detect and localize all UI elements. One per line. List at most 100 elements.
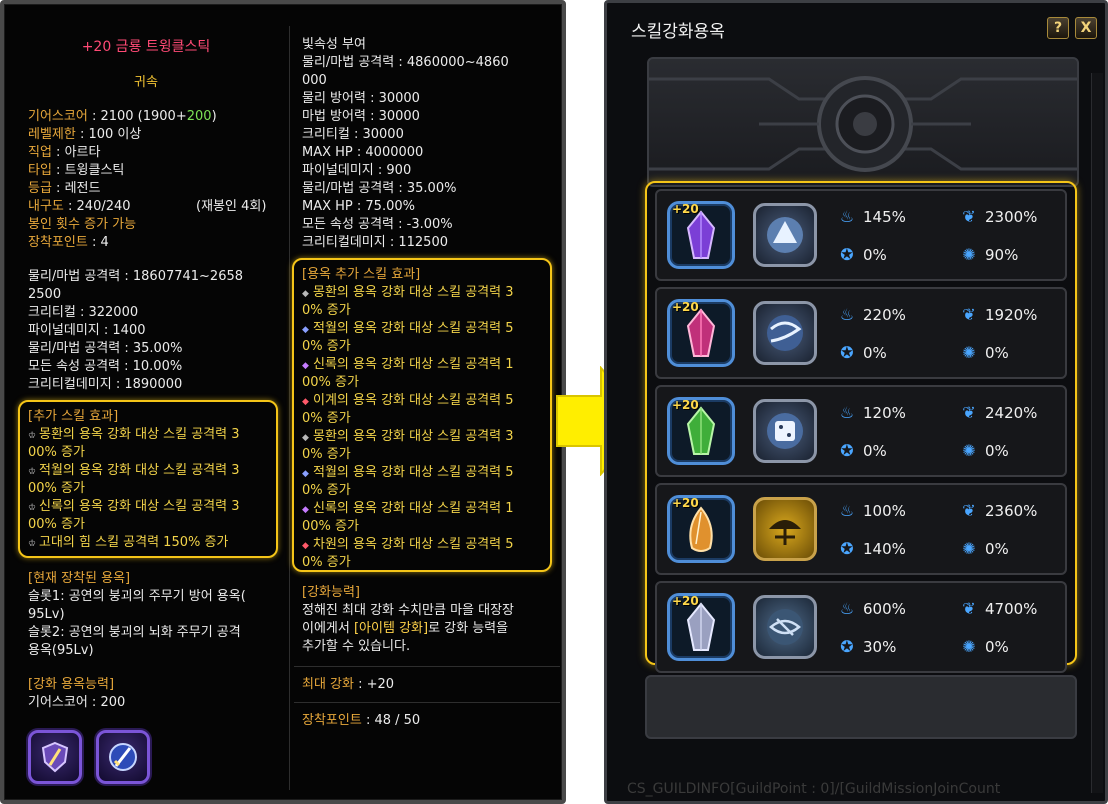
dragon-skill-line: 0% 증가	[302, 303, 351, 318]
item-enhance-link[interactable]: [아이템 강화]	[354, 621, 428, 636]
enhance-ability-header: [강화능력]	[302, 585, 360, 600]
decorative-banner	[647, 57, 1079, 187]
enhance-level-badge: +20	[672, 202, 699, 216]
extra-skill-line: ♔ 적월의 용옥 강화 대상 스킬 공격력 3	[28, 462, 240, 481]
dragon-skill-line: 00% 증가	[302, 375, 359, 390]
ancient-power-icon: ♔	[28, 539, 37, 549]
dragon-skill-line: ◆ 적월의 용옥 강화 대상 스킬 공격력 5	[302, 464, 514, 483]
gem-slot[interactable]: +20	[667, 495, 735, 563]
verdant-gem-icon: ◆	[302, 361, 309, 371]
burst-icon: ✺	[962, 245, 976, 264]
dragon-skill-line: 0% 증가	[302, 339, 351, 354]
gem-slot[interactable]: +20	[667, 593, 735, 661]
stat-line: 마법 방어력 : 30000	[302, 109, 420, 124]
gem-row[interactable]: +20 ♨ 145% ❦ 2300% ✪ 0% ✺ 90%	[655, 189, 1067, 281]
stat-line: 크리티컬데미지 : 1890000	[28, 377, 183, 392]
close-button[interactable]: X	[1075, 17, 1097, 39]
gear-icon: ✪	[840, 343, 854, 362]
burst-icon: ✺	[962, 539, 976, 558]
skill-icon[interactable]	[753, 497, 817, 561]
bind-status: 귀속	[134, 75, 158, 90]
wing-icon: ❦	[962, 403, 976, 422]
window-title: 스킬강화용옥	[631, 22, 725, 42]
dream-gem-icon: ◆	[302, 289, 309, 299]
tooltip-right-column: 빛속성 부여 물리/마법 공격력 : 4860000~4860 000 물리 방…	[290, 4, 564, 800]
skill-cooldown-stat: ✪ 30%	[835, 637, 896, 656]
stat-line: 2500	[28, 287, 62, 302]
stat-line: 물리 방어력 : 30000	[302, 91, 420, 106]
dream-gem-icon: ◆	[302, 433, 309, 443]
magenta-gem-icon	[686, 308, 716, 357]
skill-icon[interactable]	[753, 203, 817, 267]
stat-line: 물리/마법 공격력 : 4860000~4860	[302, 55, 509, 70]
enhance-level-badge: +20	[672, 300, 699, 314]
skill-icon[interactable]	[753, 301, 817, 365]
gem-slot-1[interactable]	[28, 730, 82, 784]
info-type: 타입 : 트윙클스틱	[28, 163, 125, 178]
stat-line: 크리티컬 : 322000	[28, 305, 139, 320]
dragon-gem-icon: ♔	[28, 431, 37, 441]
stat-line: 물리/마법 공격력 : 35.00%	[302, 181, 457, 196]
scrollbar[interactable]	[1091, 73, 1103, 793]
skill-gem-window: 스킬강화용옥 ? X +20 ♨ 145% ❦ 2300% ✪ 0% ✺ 90%…	[604, 0, 1108, 804]
dragon-skill-line: ◆ 몽환의 용옥 강화 대상 스킬 공격력 3	[302, 428, 514, 447]
dragon-emblem-icon	[649, 76, 1077, 172]
dice-skill-icon	[767, 413, 803, 449]
extra-skill-line: ♔ 신록의 용옥 강화 대상 스킬 공격력 3	[28, 498, 240, 517]
dragon-skill-line: ◆ 신록의 용옥 강화 대상 스킬 공격력 1	[302, 500, 514, 519]
enhance-ability-line: 추가할 수 있습니다.	[302, 639, 411, 654]
gear-icon: ✪	[840, 637, 854, 656]
gem-slot[interactable]: +20	[667, 397, 735, 465]
wing-icon: ❦	[962, 599, 976, 618]
flame-icon: ♨	[839, 501, 855, 520]
red-moon-gem-icon: ◆	[302, 469, 309, 479]
verdant-gem-icon: ◆	[302, 505, 309, 515]
enhance-ability-line: 이에게서 [아이템 강화]로 강화 능력을	[302, 621, 509, 636]
skill-multiplier-stat: ❦ 2360%	[957, 501, 1037, 520]
flame-icon: ♨	[839, 599, 855, 618]
dragon-skill-line: ◆ 몽환의 용옥 강화 대상 스킬 공격력 3	[302, 284, 514, 303]
dragon-skill-line: ◆ 적월의 용옥 강화 대상 스킬 공격력 5	[302, 320, 514, 339]
max-enhance: 최대 강화 : +20	[302, 677, 395, 692]
gem-slot[interactable]: +20	[667, 299, 735, 367]
dragon-skill-line: 0% 증가	[302, 555, 351, 570]
stat-line: 물리/마법 공격력 : 18607741~2658	[28, 269, 244, 284]
skill-icon[interactable]	[753, 399, 817, 463]
reseal-count: (재봉인 4회)	[196, 199, 267, 214]
gear-icon: ✪	[840, 539, 854, 558]
item-tooltip: +20 금룡 트윙클스틱 귀속 기어스코어 : 2100 (1900+200) …	[0, 0, 566, 804]
gem-row[interactable]: +20 ♨ 120% ❦ 2420% ✪ 0% ✺ 0%	[655, 385, 1067, 477]
skill-cooldown-stat: ✪ 0%	[835, 441, 887, 460]
equip-point-total: 장착포인트 : 48 / 50	[302, 713, 421, 728]
gem-row[interactable]: +20 ♨ 220% ❦ 1920% ✪ 0% ✺ 0%	[655, 287, 1067, 379]
skill-icon[interactable]	[753, 595, 817, 659]
amber-gem-icon	[689, 506, 713, 552]
skill-range-stat: ✺ 0%	[957, 539, 1009, 558]
dragon-skill-line: 00% 증가	[302, 519, 359, 534]
chain-skill-icon	[767, 609, 803, 645]
skill-range-stat: ✺ 0%	[957, 637, 1009, 656]
dragon-gem-icon: ♔	[28, 503, 37, 513]
extra-skill-line: 00% 증가	[28, 445, 85, 460]
extra-skill-line: ♔ 몽환의 용옥 강화 대상 스킬 공격력 3	[28, 426, 240, 445]
dragon-skill-line: 0% 증가	[302, 411, 351, 426]
dragon-skill-line: 0% 증가	[302, 447, 351, 462]
skill-multiplier-stat: ❦ 2300%	[957, 207, 1037, 226]
skill-damage-stat: ♨ 145%	[835, 207, 906, 226]
gem-row[interactable]: +20 ♨ 100% ❦ 2360% ✪ 140% ✺ 0%	[655, 483, 1067, 575]
help-button[interactable]: ?	[1047, 17, 1069, 39]
umbrella-skill-icon	[769, 520, 801, 545]
gear-icon: ✪	[840, 441, 854, 460]
enhance-gem-header: [강화 용옥능력]	[28, 677, 115, 692]
wing-icon: ❦	[962, 305, 976, 324]
burst-icon: ✺	[962, 441, 976, 460]
skill-multiplier-stat: ❦ 2420%	[957, 403, 1037, 422]
gem-slot-2[interactable]	[96, 730, 150, 784]
skill-damage-stat: ♨ 120%	[835, 403, 906, 422]
stat-line: 크리티컬데미지 : 112500	[302, 235, 448, 250]
gem-slot[interactable]: +20	[667, 201, 735, 269]
storm-skill-icon	[767, 315, 803, 351]
stat-line: MAX HP : 75.00%	[302, 199, 415, 214]
gem-row[interactable]: +20 ♨ 600% ❦ 4700% ✪ 30% ✺ 0%	[655, 581, 1067, 673]
enhance-level-badge: +20	[672, 496, 699, 510]
